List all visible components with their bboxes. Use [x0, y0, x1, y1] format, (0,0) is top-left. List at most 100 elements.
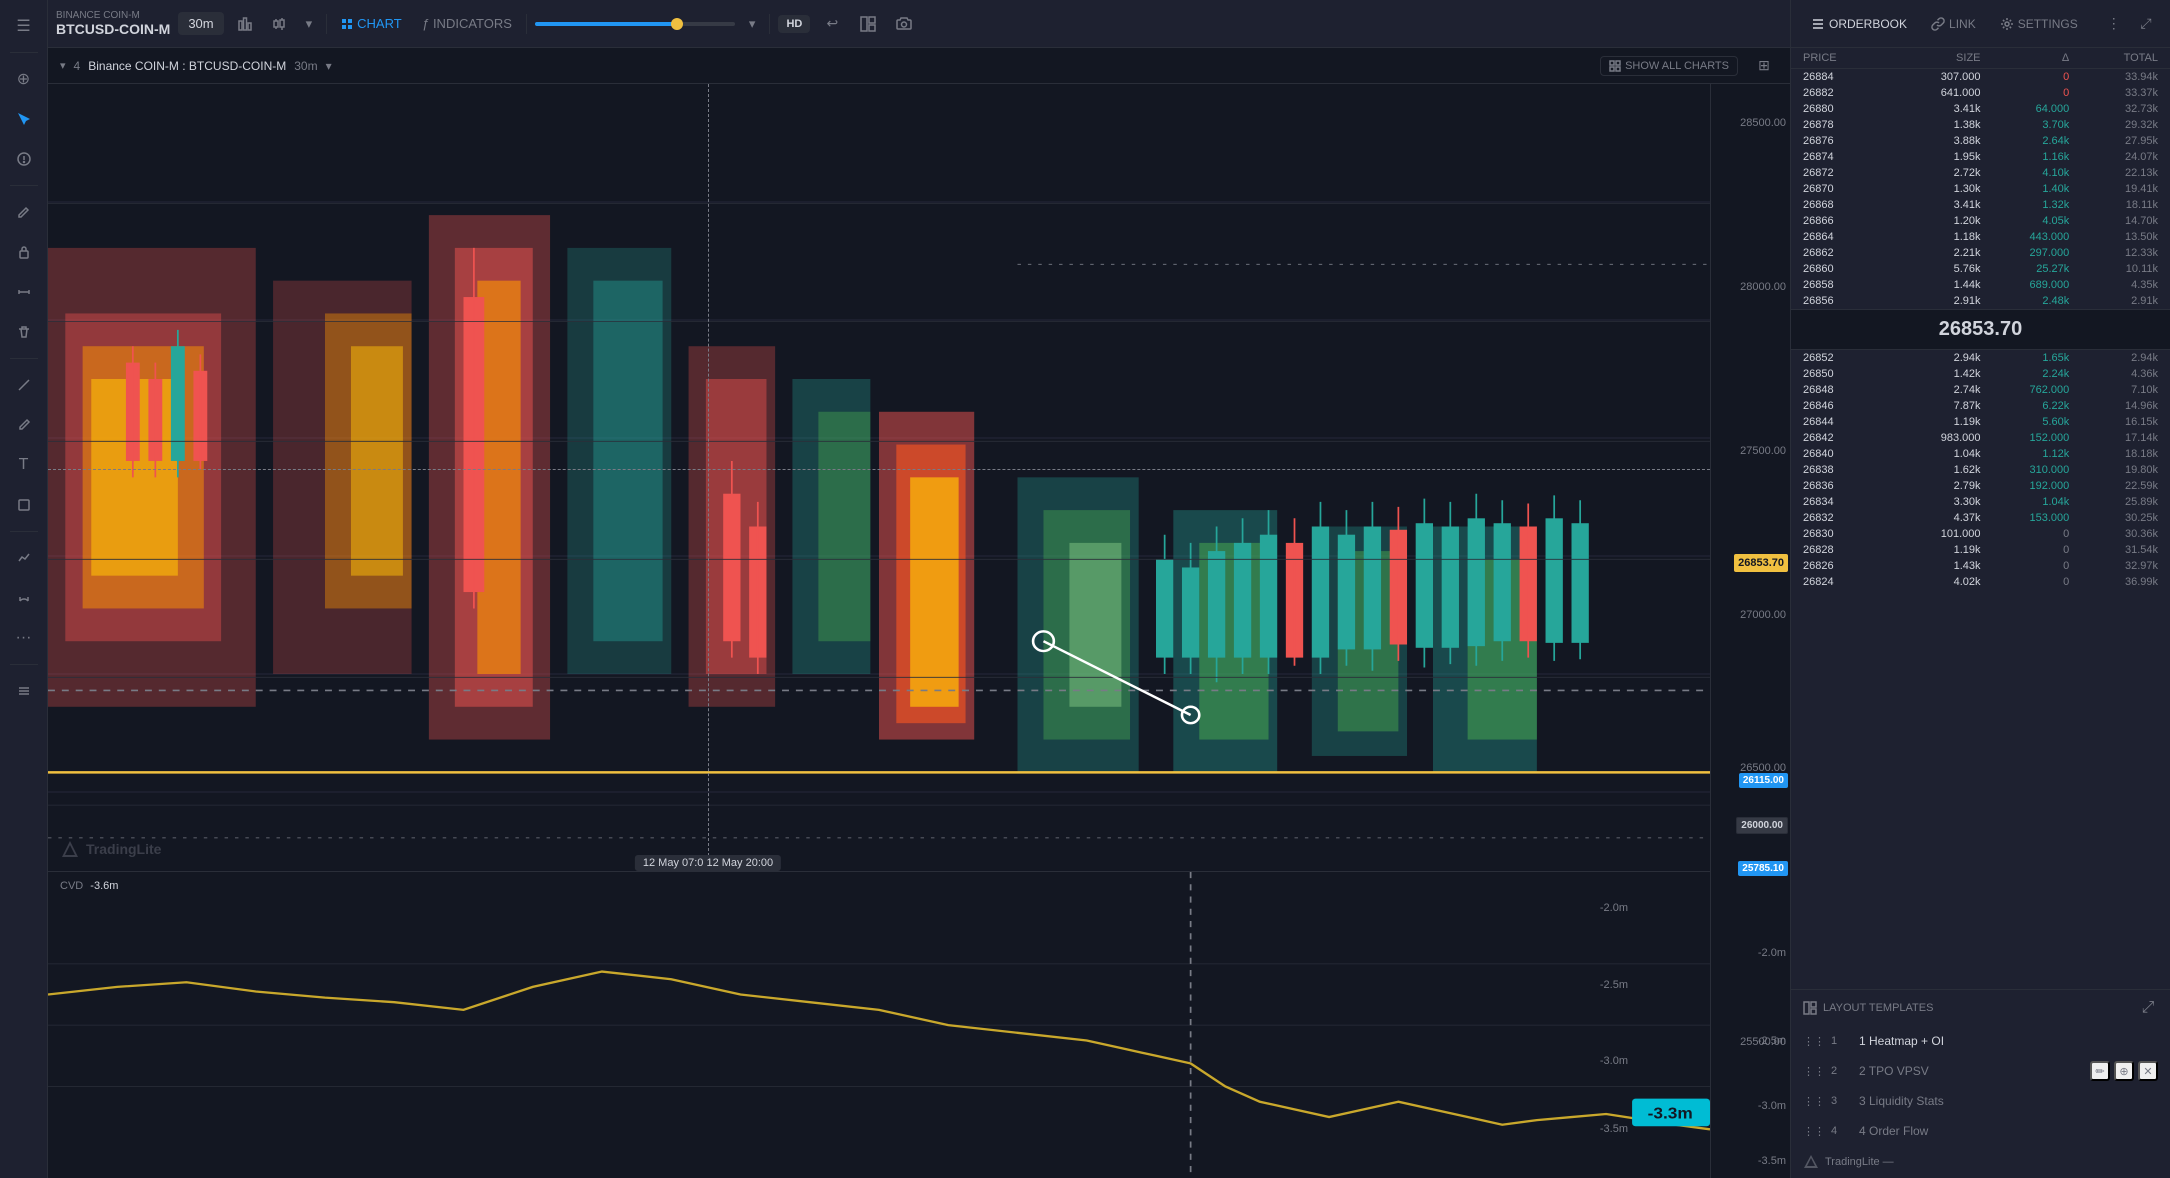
ob-row-26866[interactable]: 26866 1.20k 4.05k 14.70k	[1791, 213, 2170, 229]
ob-row-26832[interactable]: 26832 4.37k 153.000 30.25k	[1791, 510, 2170, 526]
ob-row-26844[interactable]: 26844 1.19k 5.60k 16.15k	[1791, 414, 2170, 430]
brush-tool[interactable]	[6, 407, 42, 443]
ob-row-26862[interactable]: 26862 2.21k 297.000 12.33k	[1791, 245, 2170, 261]
layout-item-2[interactable]: ⋮⋮ 2 2 TPO VPSV ✏ ⊕ ✕	[1803, 1056, 2158, 1086]
chart-label-btn[interactable]: CHART	[335, 12, 408, 35]
cvd-y-35: -3.5m	[1758, 1155, 1786, 1167]
ob-row-26858[interactable]: 26858 1.44k 689.000 4.35k	[1791, 277, 2170, 293]
crosshair-tool[interactable]: ⊕	[6, 61, 42, 97]
trash-tool[interactable]	[6, 314, 42, 350]
alert-tool[interactable]	[6, 141, 42, 177]
layout-copy-2[interactable]: ⊕	[2114, 1061, 2134, 1081]
layout-copy-1[interactable]: ⊕	[2114, 1031, 2134, 1051]
magnet-tool[interactable]	[6, 580, 42, 616]
pencil-tool[interactable]	[6, 194, 42, 230]
layout-delete-1[interactable]: ✕	[2138, 1031, 2158, 1051]
layout-edit-4[interactable]: ✏	[2090, 1121, 2110, 1141]
divider-3	[10, 358, 38, 359]
cvd-label: CVD -3.6m	[60, 880, 118, 892]
symbol-name[interactable]: BTCUSD-COIN-M	[56, 21, 170, 37]
expand-chart-btn[interactable]: ⊞	[1750, 52, 1778, 80]
layout-edit-3[interactable]: ✏	[2090, 1091, 2110, 1111]
layout-copy-4[interactable]: ⊕	[2114, 1121, 2134, 1141]
ob-row-26868[interactable]: 26868 3.41k 1.32k 18.11k	[1791, 197, 2170, 213]
ob-row-26838[interactable]: 26838 1.62k 310.000 19.80k	[1791, 462, 2170, 478]
volume-dropdown-btn[interactable]: ▾	[743, 12, 762, 36]
orderbook-rows[interactable]: 26884 307.000 0 33.94k 26882 641.000 0 3…	[1791, 69, 2170, 989]
layout-expand-btn[interactable]: ⤢	[2138, 998, 2158, 1018]
ob-row-26834[interactable]: 26834 3.30k 1.04k 25.89k	[1791, 494, 2170, 510]
layout-copy-3[interactable]: ⊕	[2114, 1091, 2134, 1111]
chart-type-bar-btn[interactable]	[232, 13, 258, 35]
lock-tool[interactable]	[6, 234, 42, 270]
ob-row-26876[interactable]: 26876 3.88k 2.64k 27.95k	[1791, 133, 2170, 149]
y-axis: 28500.00 28000.00 27500.00 27000.00 2650…	[1710, 84, 1790, 1178]
undo-button[interactable]: ↩	[818, 10, 846, 38]
chart-type-candle-btn[interactable]	[266, 13, 292, 35]
layout-num-3: 3	[1831, 1095, 1851, 1107]
ob-row-26826[interactable]: 26826 1.43k 0 32.97k	[1791, 558, 2170, 574]
main-chart[interactable]: TradingLite 12 May 07:0 12 May 20:00	[48, 84, 1710, 872]
orderbook-section: PRICE SIZE Δ TOTAL 26884 307.000 0 33.94…	[1791, 48, 2170, 989]
layout-item-1[interactable]: ⋮⋮ 1 1 Heatmap + OI ✏ ⊕ ✕	[1803, 1026, 2158, 1056]
layout-delete-2[interactable]: ✕	[2138, 1061, 2158, 1081]
collapse-icon[interactable]: ▾	[60, 59, 66, 72]
ob-row-26884[interactable]: 26884 307.000 0 33.94k	[1791, 69, 2170, 85]
ob-row-26880[interactable]: 26880 3.41k 64.000 32.73k	[1791, 101, 2170, 117]
ob-row-26840[interactable]: 26840 1.04k 1.12k 18.18k	[1791, 446, 2170, 462]
panel-more-btn[interactable]: ⋮	[2102, 10, 2126, 38]
ob-row-26878[interactable]: 26878 1.38k 3.70k 29.32k	[1791, 117, 2170, 133]
volume-slider-container	[535, 22, 735, 26]
measure-tool[interactable]	[6, 274, 42, 310]
ob-row-26836[interactable]: 26836 2.79k 192.000 22.59k	[1791, 478, 2170, 494]
chart-tf-dropdown[interactable]: ▾	[326, 59, 332, 73]
cvd-scale-3: -3.0m	[1600, 1055, 1628, 1067]
symbol-info: BINANCE COIN-M BTCUSD-COIN-M	[56, 10, 170, 37]
line-tool[interactable]	[6, 367, 42, 403]
text-tool[interactable]: T	[6, 447, 42, 483]
layout-item-4[interactable]: ⋮⋮ 4 4 Order Flow ✏ ⊕ ✕	[1803, 1116, 2158, 1146]
layout-delete-4[interactable]: ✕	[2138, 1121, 2158, 1141]
volume-slider-thumb[interactable]	[671, 18, 683, 30]
indicator-tool[interactable]	[6, 540, 42, 576]
panel-expand-btn[interactable]: ⤢	[2134, 10, 2158, 38]
ob-row-26860[interactable]: 26860 5.76k 25.27k 10.11k	[1791, 261, 2170, 277]
link-tab[interactable]: LINK	[1923, 13, 1984, 35]
settings-tab[interactable]: SETTINGS	[1992, 13, 2086, 35]
timeframe-button[interactable]: 30m	[178, 12, 223, 35]
camera-button[interactable]	[890, 10, 918, 38]
ob-row-26824[interactable]: 26824 4.02k 0 36.99k	[1791, 574, 2170, 590]
volume-slider[interactable]	[535, 22, 735, 26]
orderbook-tab[interactable]: ORDERBOOK	[1803, 13, 1915, 35]
ob-row-26848[interactable]: 26848 2.74k 762.000 7.10k	[1791, 382, 2170, 398]
layout-edit-1[interactable]: ✏	[2090, 1031, 2110, 1051]
show-all-charts-btn[interactable]: SHOW ALL CHARTS	[1600, 56, 1738, 76]
layout-delete-3[interactable]: ✕	[2138, 1091, 2158, 1111]
ob-row-26882[interactable]: 26882 641.000 0 33.37k	[1791, 85, 2170, 101]
ob-row-26828[interactable]: 26828 1.19k 0 31.54k	[1791, 542, 2170, 558]
layout-edit-2[interactable]: ✏	[2090, 1061, 2110, 1081]
ob-row-26864[interactable]: 26864 1.18k 443.000 13.50k	[1791, 229, 2170, 245]
cursor-tool[interactable]	[6, 101, 42, 137]
layout-item-3[interactable]: ⋮⋮ 3 3 Liquidity Stats ✏ ⊕ ✕	[1803, 1086, 2158, 1116]
ob-row-26842[interactable]: 26842 983.000 152.000 17.14k	[1791, 430, 2170, 446]
ob-row-26852[interactable]: 26852 2.94k 1.65k 2.94k	[1791, 350, 2170, 366]
hd-button[interactable]: HD	[778, 15, 810, 33]
layout-name-2: 2 TPO VPSV	[1859, 1064, 2082, 1078]
ob-row-26870[interactable]: 26870 1.30k 1.40k 19.41k	[1791, 181, 2170, 197]
drag-handle-4: ⋮⋮	[1803, 1125, 1823, 1138]
layout-button[interactable]	[854, 10, 882, 38]
ob-row-26850[interactable]: 26850 1.42k 2.24k 4.36k	[1791, 366, 2170, 382]
ob-row-26856[interactable]: 26856 2.91k 2.48k 2.91k	[1791, 293, 2170, 309]
ob-row-26830[interactable]: 26830 101.000 0 30.36k	[1791, 526, 2170, 542]
list-tool[interactable]	[6, 673, 42, 709]
chart-type-dropdown-btn[interactable]: ▾	[300, 12, 319, 36]
ob-row-26846[interactable]: 26846 7.87k 6.22k 14.96k	[1791, 398, 2170, 414]
more-tools[interactable]: ···	[6, 620, 42, 656]
indicators-btn[interactable]: ƒ INDICATORS	[416, 12, 518, 35]
shape-tool[interactable]	[6, 487, 42, 523]
ob-row-26874[interactable]: 26874 1.95k 1.16k 24.07k	[1791, 149, 2170, 165]
hamburger-icon[interactable]: ☰	[6, 8, 42, 44]
cvd-scale-4: -3.5m	[1600, 1123, 1628, 1135]
ob-row-26872[interactable]: 26872 2.72k 4.10k 22.13k	[1791, 165, 2170, 181]
